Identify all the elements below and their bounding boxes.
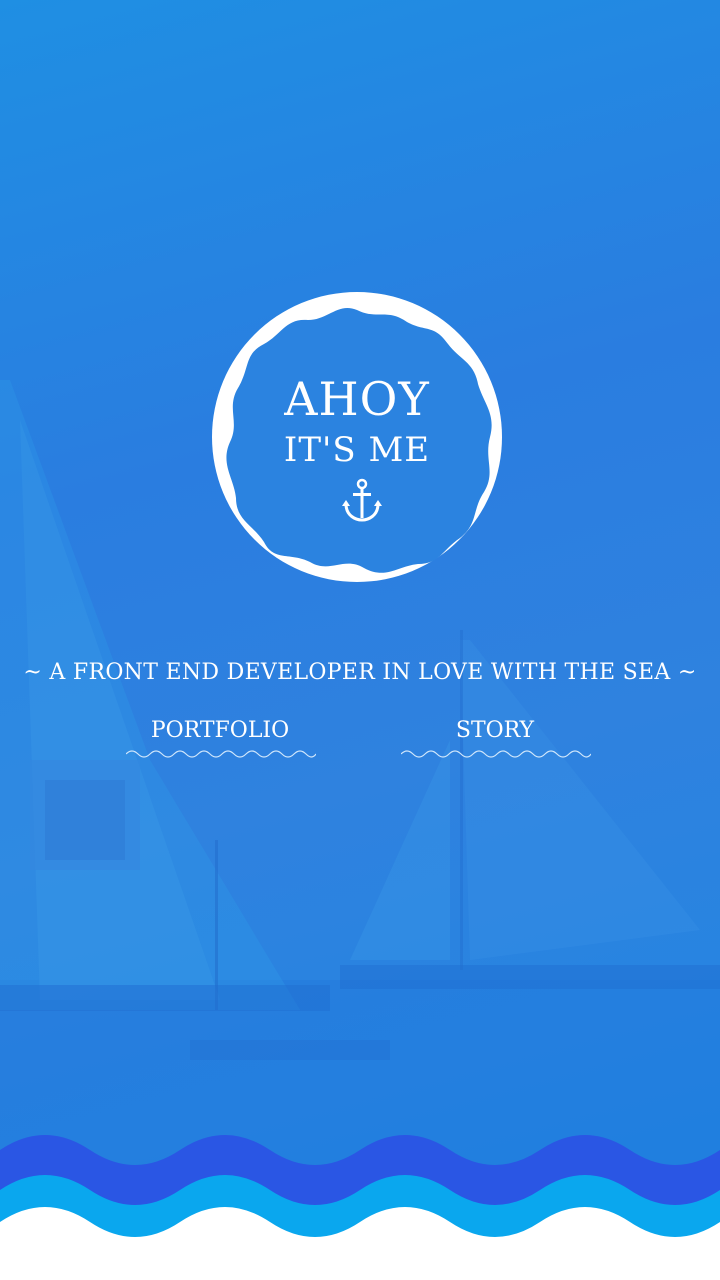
tagline: ~ A FRONT END DEVELOPER IN LOVE WITH THE… xyxy=(23,660,697,685)
badge-title-ahoy: AHOY xyxy=(284,372,430,426)
logo-badge: AHOY IT'S ME xyxy=(212,292,502,582)
badge-subtitle-its-me: IT'S ME xyxy=(283,430,431,470)
portfolio-link-label: PORTFOLIO xyxy=(150,718,290,743)
wavy-underline-icon xyxy=(401,750,591,758)
story-link-label: STORY xyxy=(455,718,535,743)
portfolio-link[interactable]: PORTFOLIO xyxy=(120,714,320,764)
ocean-waves-decoration xyxy=(0,1135,720,1280)
hero-section: AHOY IT'S ME ~ A FRONT END DEVELOPER IN … xyxy=(0,0,720,1280)
wavy-underline-icon xyxy=(126,750,316,758)
story-link[interactable]: STORY xyxy=(395,714,595,764)
anchor-icon xyxy=(342,478,382,522)
sailboats-background-image xyxy=(0,380,720,1180)
